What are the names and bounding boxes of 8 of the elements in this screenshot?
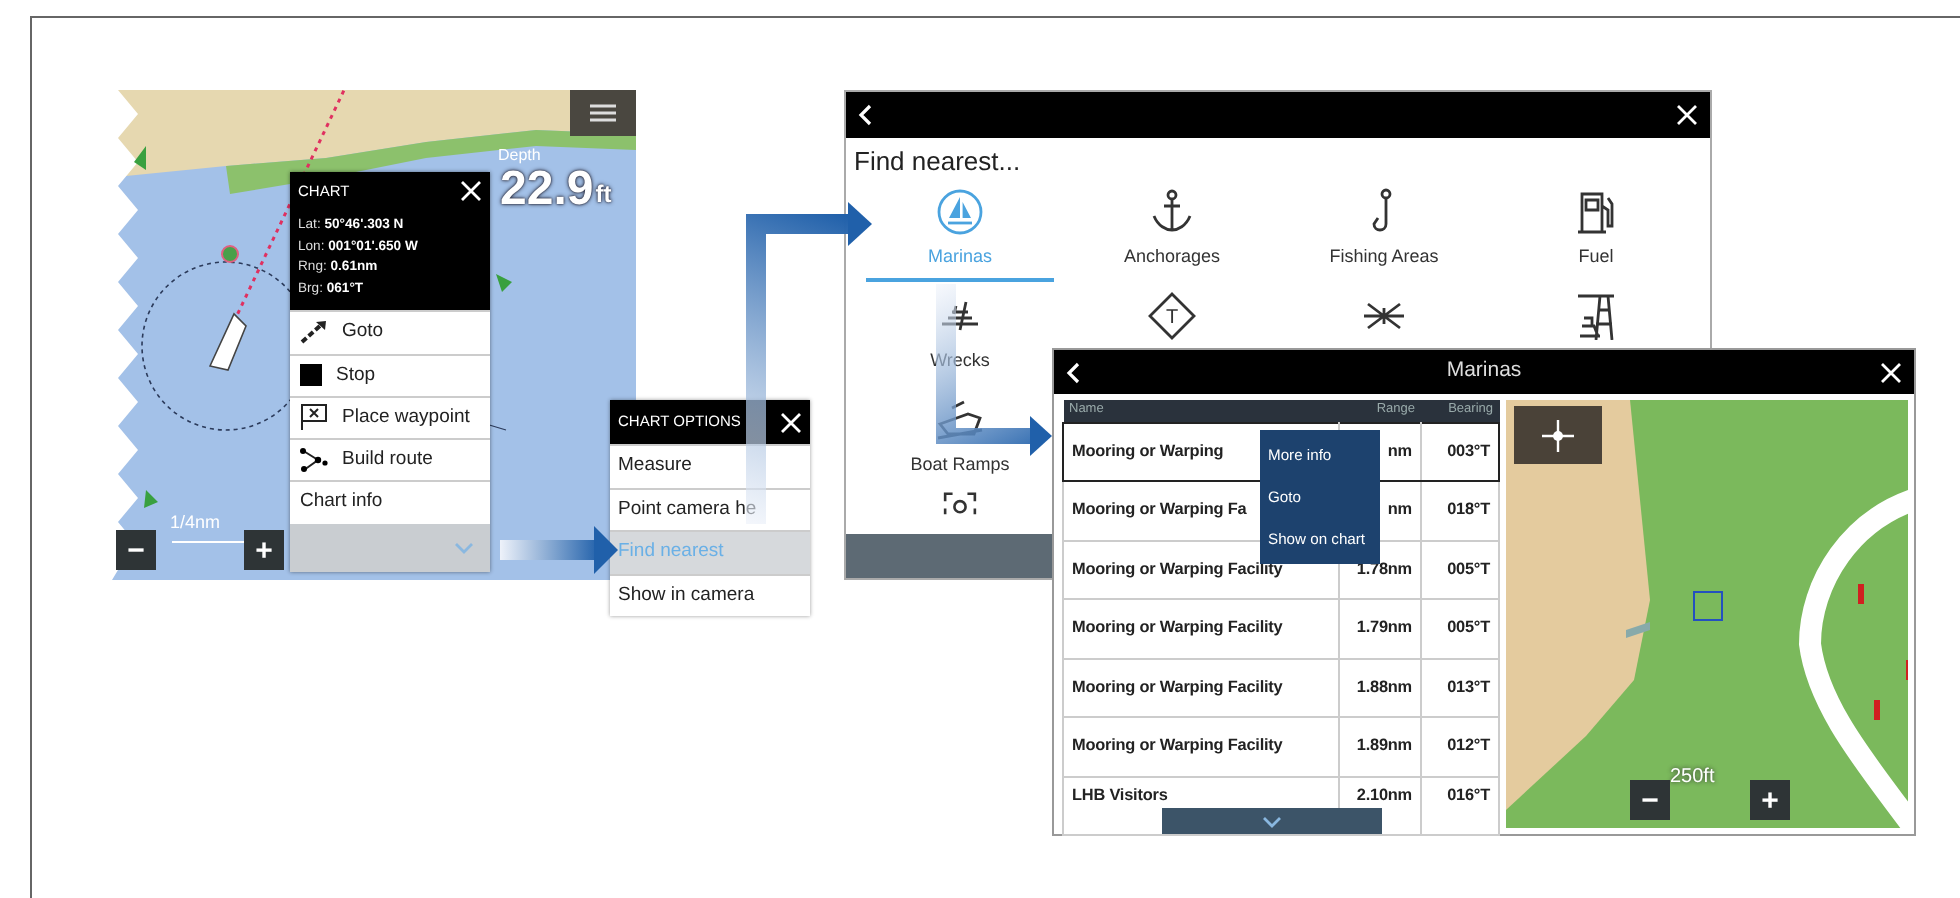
scale-label: 250ft bbox=[1670, 764, 1715, 792]
depth-label: Depth bbox=[498, 144, 541, 168]
depth-unit: ft bbox=[595, 182, 612, 206]
diamond-icon: T bbox=[1148, 292, 1196, 340]
window-title: Marinas bbox=[1446, 356, 1522, 387]
window-title: Find nearest... bbox=[852, 144, 1023, 178]
depth-value: 22.9 bbox=[500, 166, 594, 214]
scale-label: 1/4nm bbox=[170, 510, 221, 536]
